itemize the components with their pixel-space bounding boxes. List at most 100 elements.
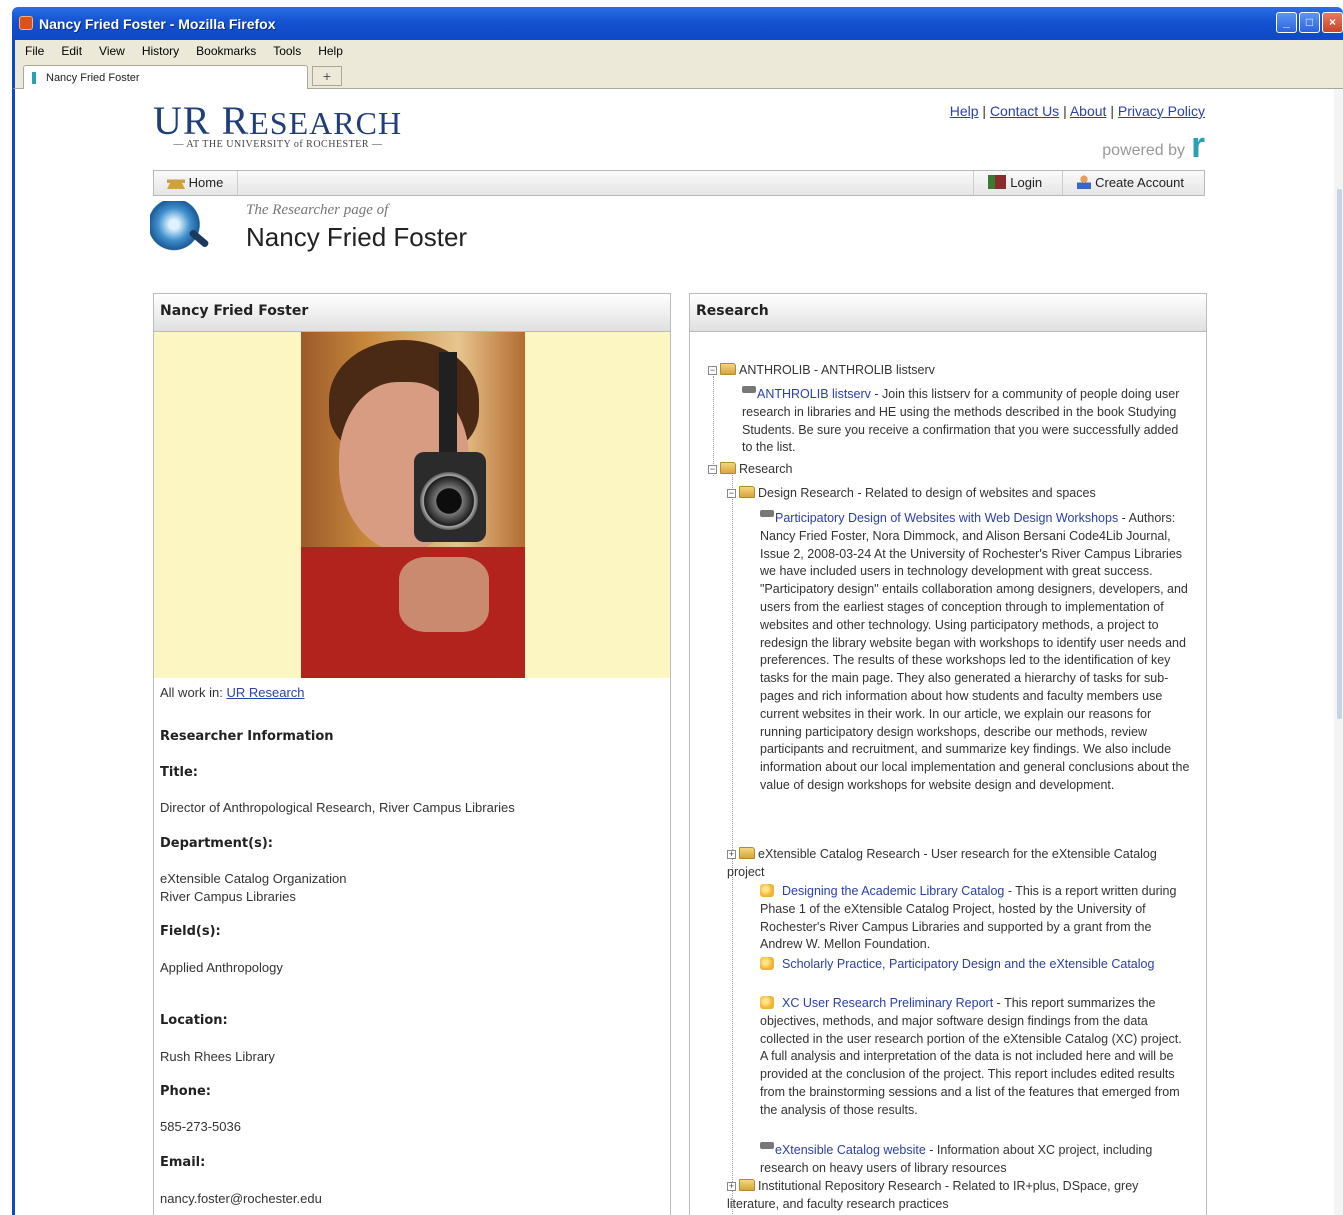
ur-research-link[interactable]: UR Research xyxy=(226,685,304,700)
field-value: Applied Anthropology xyxy=(160,960,283,975)
powered-by-text: powered by xyxy=(1102,141,1185,159)
browser-tab[interactable]: Nancy Fried Foster xyxy=(23,65,308,89)
tree-folder-design[interactable]: − Design Research - Related to design of … xyxy=(727,485,1096,503)
firefox-icon xyxy=(19,16,33,30)
powered-by: powered by r xyxy=(1102,127,1205,163)
menu-view[interactable]: View xyxy=(99,44,125,58)
page-title: Nancy Fried Foster xyxy=(246,222,468,252)
department-1: eXtensible Catalog Organization xyxy=(160,871,347,886)
anthrolib-link[interactable]: ANTHROLIB listserv xyxy=(757,387,871,401)
researcher-panel: Nancy Fried Foster All work in: UR Resea… xyxy=(153,293,671,1215)
menu-help[interactable]: Help xyxy=(318,44,343,58)
document-icon xyxy=(760,996,774,1009)
nav-bar: Home Login Create Account xyxy=(153,170,1205,196)
collapse-toggle-icon[interactable]: − xyxy=(727,489,736,498)
menu-edit[interactable]: Edit xyxy=(61,44,82,58)
department-2: River Campus Libraries xyxy=(160,889,296,904)
document-icon xyxy=(760,957,774,970)
field-label: Field(s): xyxy=(160,924,221,939)
email-value[interactable]: nancy.foster@rochester.edu xyxy=(160,1191,322,1206)
tab-title: Nancy Fried Foster xyxy=(46,72,140,84)
maximize-button[interactable]: □ xyxy=(1299,12,1320,33)
all-work-line: All work in: UR Research xyxy=(160,685,305,700)
minimize-button[interactable]: _ xyxy=(1276,12,1297,33)
tree-item-xc-report: XC User Research Preliminary Report - Th… xyxy=(760,995,1190,1120)
folder-label: Research xyxy=(739,462,793,476)
xc-report-link[interactable]: XC User Research Preliminary Report xyxy=(782,996,993,1010)
collapse-toggle-icon[interactable]: − xyxy=(708,465,717,474)
all-work-label: All work in: xyxy=(160,685,223,700)
folder-label: ANTHROLIB - ANTHROLIB listserv xyxy=(739,363,935,377)
folder-icon xyxy=(739,847,755,859)
vertical-scrollbar[interactable] xyxy=(1334,89,1343,1215)
researcher-photo xyxy=(154,332,670,678)
logo-subtitle: — AT THE UNIVERSITY of ROCHESTER — xyxy=(173,139,383,150)
home-icon xyxy=(167,177,185,189)
window-controls: _ □ × xyxy=(1276,12,1343,33)
irplus-logo-icon[interactable]: r xyxy=(1191,127,1205,163)
folder-label: Design Research - Related to design of w… xyxy=(758,486,1096,500)
tree-item-anthrolib: ANTHROLIB listserv - Join this listserv … xyxy=(742,386,1188,457)
tab-bar: Nancy Fried Foster + xyxy=(12,62,1343,89)
close-button[interactable]: × xyxy=(1322,12,1343,33)
phone-label: Phone: xyxy=(160,1084,211,1099)
folder-icon xyxy=(739,1179,755,1191)
help-link[interactable]: Help xyxy=(950,103,979,119)
tree-folder-anthrolib[interactable]: − ANTHROLIB - ANTHROLIB listserv xyxy=(708,362,935,380)
folder-icon xyxy=(720,462,736,474)
user-icon xyxy=(1077,175,1092,189)
menu-history[interactable]: History xyxy=(142,44,179,58)
menu-file[interactable]: File xyxy=(25,44,44,58)
researcher-panel-heading: Nancy Fried Foster xyxy=(154,294,670,332)
researcher-info: All work in: UR Research Researcher Info… xyxy=(154,678,670,1215)
folder-label: eXtensible Catalog Research - User resea… xyxy=(727,847,1157,879)
tree-folder-xc[interactable]: + eXtensible Catalog Research - User rese… xyxy=(727,846,1189,882)
title-label: Title: xyxy=(160,765,199,780)
researcher-subtitle: The Researcher page of xyxy=(246,202,389,218)
collapse-toggle-icon[interactable]: + xyxy=(727,1182,736,1191)
top-links: Help | Contact Us | About | Privacy Poli… xyxy=(949,103,1205,119)
location-value: Rush Rhees Library xyxy=(160,1049,275,1064)
window-title: Nancy Fried Foster - Mozilla Firefox xyxy=(39,16,276,32)
collapse-toggle-icon[interactable]: − xyxy=(708,366,717,375)
participatory-design-link[interactable]: Participatory Design of Websites with We… xyxy=(775,511,1118,525)
create-account-button[interactable]: Create Account xyxy=(1062,171,1204,195)
researcher-info-heading: Researcher Information xyxy=(160,729,334,744)
home-label: Home xyxy=(188,175,224,190)
collapse-toggle-icon[interactable]: + xyxy=(727,850,736,859)
login-button[interactable]: Login xyxy=(973,171,1062,195)
designing-catalog-link[interactable]: Designing the Academic Library Catalog xyxy=(782,884,1004,898)
folder-icon xyxy=(720,363,736,375)
login-icon xyxy=(988,175,1007,189)
scrollbar-thumb[interactable] xyxy=(1337,189,1342,719)
about-link[interactable]: About xyxy=(1070,103,1107,119)
link-icon xyxy=(760,1142,774,1149)
link-icon xyxy=(742,386,756,393)
scholarly-practice-link[interactable]: Scholarly Practice, Participatory Design… xyxy=(782,957,1154,971)
contact-link[interactable]: Contact Us xyxy=(990,103,1059,119)
menu-bookmarks[interactable]: Bookmarks xyxy=(196,44,256,58)
window-title-bar: Nancy Fried Foster - Mozilla Firefox _ □… xyxy=(12,7,1343,40)
xc-website-link[interactable]: eXtensible Catalog website xyxy=(775,1143,926,1157)
logo-text: UR R xyxy=(153,98,250,143)
participatory-design-desc: - Authors: Nancy Fried Foster, Nora Dimm… xyxy=(760,511,1190,792)
privacy-link[interactable]: Privacy Policy xyxy=(1118,103,1205,119)
tree-item-scholarly-practice: Scholarly Practice, Participatory Design… xyxy=(760,956,1190,974)
link-icon xyxy=(760,510,774,517)
menu-tools[interactable]: Tools xyxy=(273,44,301,58)
document-icon xyxy=(760,884,774,897)
folder-icon xyxy=(739,486,755,498)
logo-smallcaps: ESEARCH xyxy=(249,105,403,141)
tree-item-participatory-design: Participatory Design of Websites with We… xyxy=(760,510,1190,795)
department-label: Department(s): xyxy=(160,836,273,851)
login-label: Login xyxy=(1010,175,1043,190)
site-logo[interactable]: UR RESEARCH xyxy=(153,101,402,141)
home-button[interactable]: Home xyxy=(154,171,239,195)
title-value: Director of Anthropological Research, Ri… xyxy=(160,800,515,815)
tree-folder-research[interactable]: − Research xyxy=(708,461,793,479)
new-tab-button[interactable]: + xyxy=(312,66,342,86)
phone-value: 585-273-5036 xyxy=(160,1119,241,1134)
create-account-label: Create Account xyxy=(1095,175,1184,190)
tree-folder-ir[interactable]: + Institutional Repository Research - Rel… xyxy=(727,1178,1189,1214)
research-panel-heading: Research xyxy=(690,294,1206,332)
